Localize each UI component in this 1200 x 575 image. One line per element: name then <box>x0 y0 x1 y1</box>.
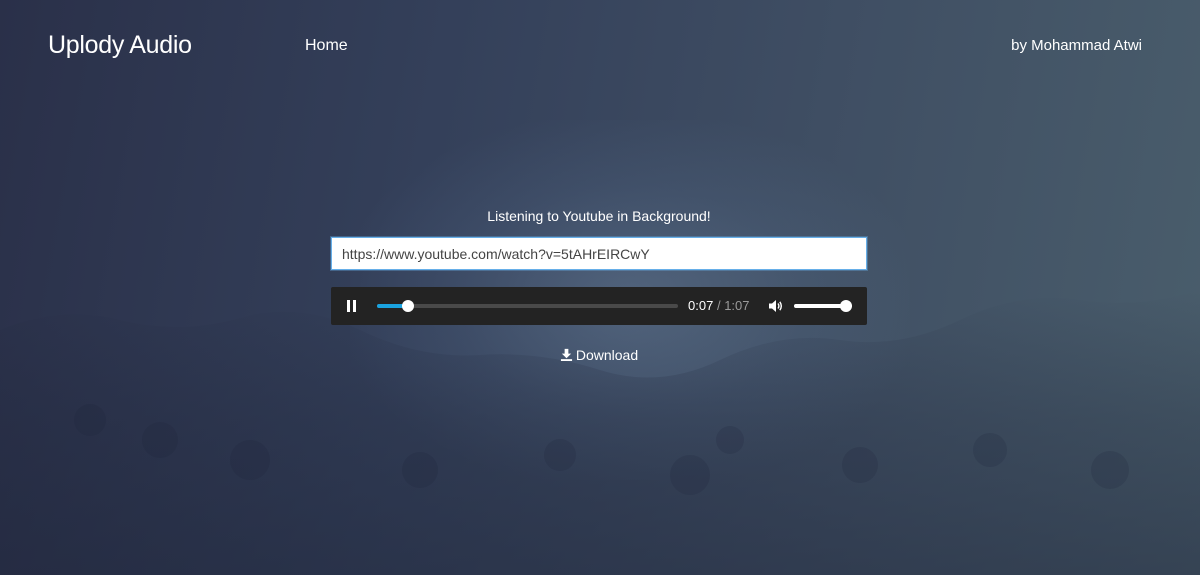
brand-logo-link[interactable]: Uplody Audio <box>48 31 192 60</box>
progress-slider[interactable] <box>377 299 678 313</box>
audio-player: 0:07 / 1:07 <box>331 287 867 325</box>
progress-handle[interactable] <box>402 300 415 312</box>
download-label: Download <box>575 347 639 363</box>
mute-button[interactable] <box>767 297 785 315</box>
current-time: 0:07 <box>688 298 714 313</box>
download-link[interactable]: Download <box>539 347 659 363</box>
play-pause-button[interactable] <box>342 296 362 316</box>
youtube-url-input[interactable] <box>331 237 867 270</box>
main-panel: Listening to Youtube in Background! 0:07… <box>331 206 867 363</box>
volume-slider[interactable] <box>794 299 852 313</box>
pause-icon <box>347 300 356 312</box>
volume-icon <box>769 300 782 312</box>
nav-home-link[interactable]: Home <box>305 37 348 55</box>
page-heading: Listening to Youtube in Background! <box>487 208 711 224</box>
volume-handle[interactable] <box>840 300 852 312</box>
progress-track <box>377 304 678 308</box>
top-navbar: Uplody Audio Home by Mohammad Atwi <box>0 0 1200 95</box>
download-icon <box>560 348 572 361</box>
time-display: 0:07 / 1:07 <box>688 298 750 314</box>
author-credit: by Mohammad Atwi <box>1011 37 1142 54</box>
duration-time: 1:07 <box>724 298 750 313</box>
time-separator: / <box>716 298 721 313</box>
